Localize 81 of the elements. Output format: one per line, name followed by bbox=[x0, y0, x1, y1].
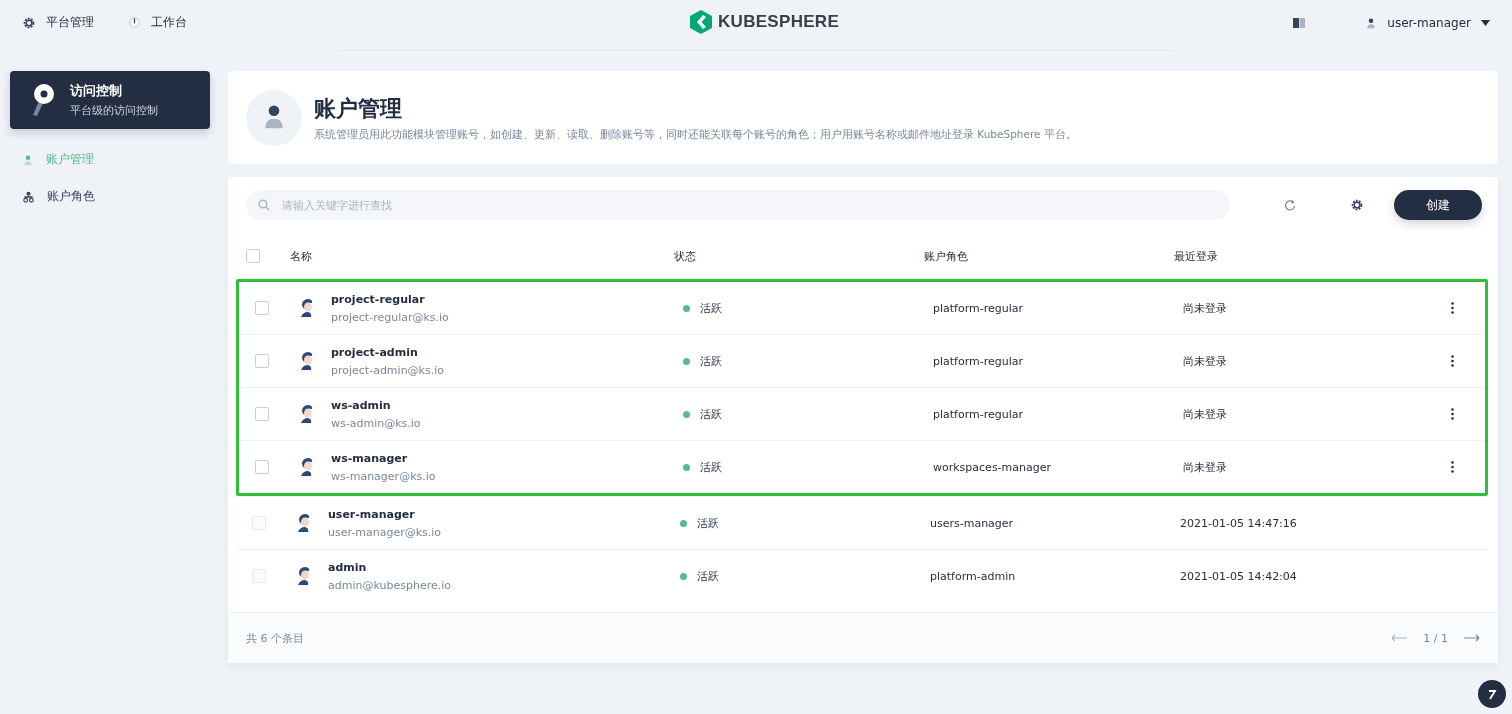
caret-icon[interactable] bbox=[1481, 19, 1490, 26]
page-description: 系统管理员用此功能模块管理账号，如创建、更新、读取、删除账号等，同时还能关联每个账号的角色；用户用账号名称或邮件地址登录 KubeSphere 平台。 bbox=[314, 127, 1077, 142]
row-checkbox[interactable] bbox=[255, 407, 269, 421]
sidebar-title: 访问控制 bbox=[70, 82, 123, 100]
top-nav-link[interactable]: 工作台 bbox=[151, 14, 187, 31]
help-button[interactable] bbox=[1478, 680, 1506, 708]
user-icon bbox=[1365, 16, 1378, 29]
user-name[interactable]: ws-manager bbox=[331, 451, 436, 465]
user-email: ws-admin@ks.io bbox=[331, 416, 421, 430]
last-login-cell-text: 尚未登录 bbox=[1183, 459, 1228, 475]
user-email: project-regular@ks.io bbox=[331, 310, 449, 324]
create-button[interactable]: 创建 bbox=[1394, 190, 1482, 220]
status-text: 活跃 bbox=[700, 353, 722, 369]
last-login-cell-text: 尚未登录 bbox=[1183, 300, 1228, 316]
sidebar-subtitle: 平台级的访问控制 bbox=[70, 103, 158, 118]
column-header: 账户角色 bbox=[924, 248, 969, 264]
last-login-cell-text: 尚未登录 bbox=[1183, 353, 1228, 369]
status-text: 活跃 bbox=[700, 459, 722, 475]
role-cell-text: platform-regular bbox=[933, 301, 1025, 315]
role-cell-text: platform-regular bbox=[933, 354, 1025, 368]
select-all-checkbox[interactable] bbox=[246, 249, 260, 263]
refresh-button[interactable] bbox=[1284, 199, 1296, 211]
status-dot-icon bbox=[680, 519, 687, 527]
notebook-icon[interactable] bbox=[1293, 17, 1306, 28]
status-text: 活跃 bbox=[700, 300, 722, 316]
user-name[interactable]: project-admin bbox=[331, 345, 444, 359]
more-icon[interactable] bbox=[1451, 355, 1454, 367]
search-field[interactable]: 请输入关键字进行查找 bbox=[246, 190, 1230, 220]
settings-icon bbox=[1350, 198, 1364, 212]
status-dot-icon bbox=[683, 304, 690, 312]
next-page-button[interactable] bbox=[1464, 634, 1480, 642]
status-text: 活跃 bbox=[697, 568, 719, 584]
user-avatar-icon bbox=[299, 351, 315, 371]
more-icon[interactable] bbox=[1451, 461, 1454, 473]
user-avatar-icon bbox=[296, 566, 312, 586]
user-email: project-admin@ks.io bbox=[331, 363, 444, 377]
status-dot-icon bbox=[683, 463, 690, 471]
logo-text: KUBESPHERE bbox=[718, 12, 840, 32]
last-login-cell-text: 2021-01-05 14:47:16 bbox=[1180, 516, 1298, 530]
row-checkbox[interactable] bbox=[255, 354, 269, 368]
user-avatar-icon bbox=[299, 298, 315, 318]
role-cell-text: platform-admin bbox=[930, 569, 1017, 583]
role-cell-text: users-manager bbox=[930, 516, 1015, 530]
last-login-cell-text: 尚未登录 bbox=[1183, 406, 1228, 422]
glasses-person-icon bbox=[22, 190, 35, 203]
more-icon[interactable] bbox=[1451, 302, 1454, 314]
status-dot-icon bbox=[683, 357, 690, 365]
sidebar-item[interactable]: 账户角色 bbox=[47, 188, 95, 205]
user-name[interactable]: ws-admin bbox=[331, 398, 421, 412]
last-login-cell-text: 2021-01-05 14:42:04 bbox=[1180, 569, 1298, 583]
status-text: 活跃 bbox=[700, 406, 722, 422]
settings-button[interactable] bbox=[1350, 198, 1364, 212]
user-avatar-icon bbox=[296, 513, 312, 533]
column-header: 状态 bbox=[674, 248, 697, 264]
status-dot-icon bbox=[680, 572, 687, 580]
status-text: 活跃 bbox=[697, 515, 719, 531]
user-menu[interactable]: user-manager bbox=[1387, 15, 1471, 30]
top-nav-link[interactable]: 平台管理 bbox=[46, 14, 94, 31]
user-avatar-icon bbox=[299, 404, 315, 424]
user-avatar-icon bbox=[299, 457, 315, 477]
user-email: user-manager@ks.io bbox=[328, 525, 442, 539]
key-icon bbox=[30, 83, 56, 117]
user-email: ws-manager@ks.io bbox=[331, 469, 436, 483]
total-count: 共 6 个条目 bbox=[246, 630, 304, 646]
row-checkbox[interactable] bbox=[255, 460, 269, 474]
column-header: 最近登录 bbox=[1174, 248, 1219, 264]
user-name[interactable]: project-regular bbox=[331, 292, 449, 306]
role-cell-text: workspaces-manager bbox=[933, 460, 1053, 474]
gear-icon bbox=[22, 15, 36, 30]
more-icon[interactable] bbox=[1451, 408, 1454, 420]
user-email: admin@kubesphere.io bbox=[328, 578, 451, 592]
logo-icon bbox=[690, 10, 712, 34]
row-checkbox[interactable] bbox=[255, 301, 269, 315]
page-indicator: 1 / 1 bbox=[1423, 631, 1448, 645]
dial-icon bbox=[128, 16, 141, 29]
previous-page-button[interactable] bbox=[1391, 634, 1408, 642]
user-icon bbox=[22, 153, 34, 166]
role-cell-text: platform-regular bbox=[933, 407, 1025, 421]
status-dot-icon bbox=[683, 410, 690, 418]
column-header: 名称 bbox=[290, 248, 313, 264]
page-title: 账户管理 bbox=[314, 94, 403, 123]
